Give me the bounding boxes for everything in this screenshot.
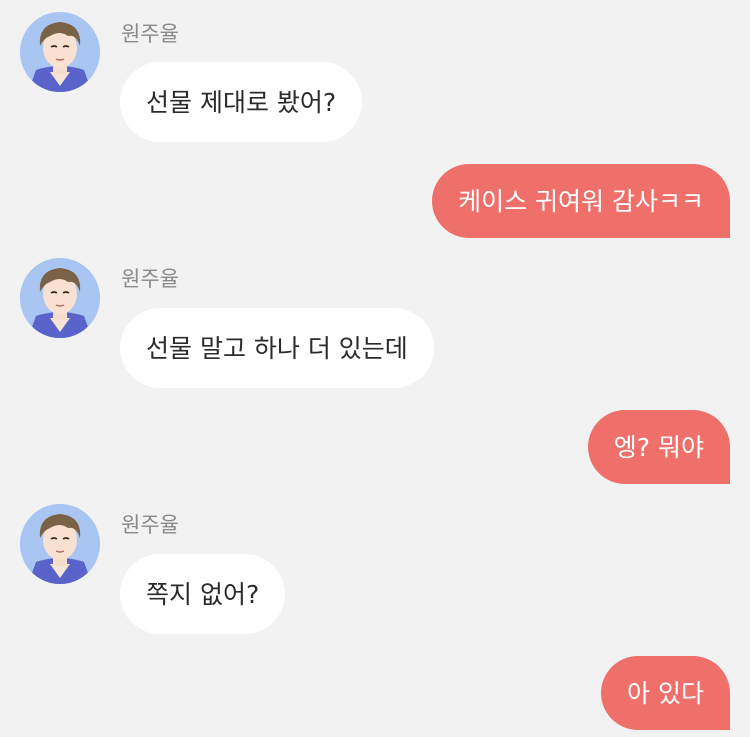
sender-avatar[interactable]	[20, 12, 100, 92]
avatar-icon	[20, 258, 100, 338]
message-text: 케이스 귀여워 감사ㅋㅋ	[458, 186, 704, 216]
outgoing-message-bubble[interactable]: 아 있다	[601, 656, 730, 730]
message-text: 쪽지 없어?	[146, 579, 260, 609]
avatar-icon	[20, 504, 100, 584]
incoming-message-bubble[interactable]: 쪽지 없어?	[120, 554, 286, 634]
sender-name: 원주율	[121, 22, 179, 46]
outgoing-message-bubble[interactable]: 케이스 귀여워 감사ㅋㅋ	[432, 164, 730, 238]
avatar-icon	[20, 12, 100, 92]
message-text: 아 있다	[627, 678, 704, 708]
message-text: 선물 말고 하나 더 있는데	[146, 333, 408, 363]
outgoing-message-bubble[interactable]: 엥? 뭐야	[587, 410, 730, 484]
incoming-message-bubble[interactable]: 선물 말고 하나 더 있는데	[120, 308, 434, 388]
message-text: 선물 제대로 봤어?	[146, 87, 337, 117]
sender-avatar[interactable]	[20, 258, 100, 338]
message-text: 엥? 뭐야	[613, 432, 704, 462]
sender-name: 원주율	[121, 267, 179, 291]
sender-name: 원주율	[121, 513, 179, 537]
incoming-message-bubble[interactable]: 선물 제대로 봤어?	[120, 62, 363, 142]
sender-avatar[interactable]	[20, 504, 100, 584]
